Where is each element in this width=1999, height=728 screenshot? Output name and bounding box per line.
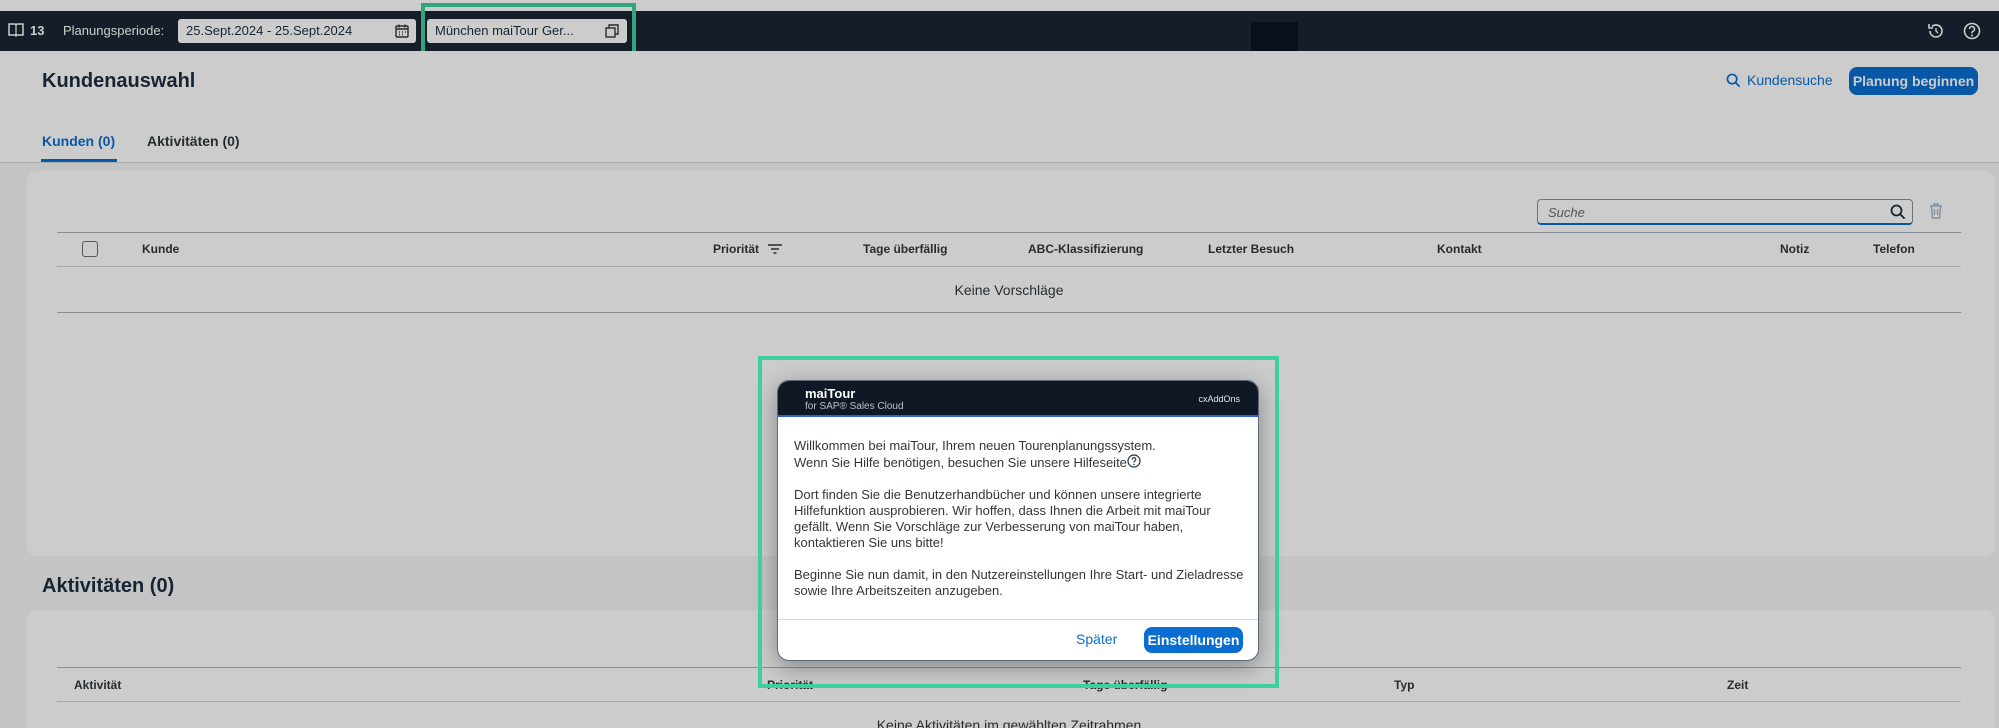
settings-button[interactable]: Einstellungen <box>1144 627 1243 653</box>
welcome-paragraph: Willkommen bei maiTour, Ihrem neuen Tour… <box>794 438 1250 471</box>
welcome-dialog: maiTour for SAP® Sales Cloud cxAddOns Wi… <box>777 380 1259 661</box>
partner-logo: cxAddOns <box>1198 394 1240 404</box>
later-button[interactable]: Später <box>1076 631 1117 647</box>
info-paragraph: Dort finden Sie die Benutzerhandbücher u… <box>794 487 1211 550</box>
brand-name: maiTour <box>805 386 856 401</box>
instruction-paragraph: Beginne Sie nun damit, in den Nutzereins… <box>794 567 1244 598</box>
brand-subtitle: for SAP® Sales Cloud <box>805 401 904 412</box>
help-page-icon[interactable] <box>1127 454 1141 468</box>
help-line: Wenn Sie Hilfe benötigen, besuchen Sie u… <box>794 455 1127 470</box>
dialog-header: maiTour for SAP® Sales Cloud cxAddOns <box>778 381 1258 417</box>
welcome-line: Willkommen bei maiTour, Ihrem neuen Tour… <box>794 438 1156 453</box>
dialog-footer: Später Einstellungen <box>778 619 1258 660</box>
dialog-body: Willkommen bei maiTour, Ihrem neuen Tour… <box>794 438 1250 615</box>
